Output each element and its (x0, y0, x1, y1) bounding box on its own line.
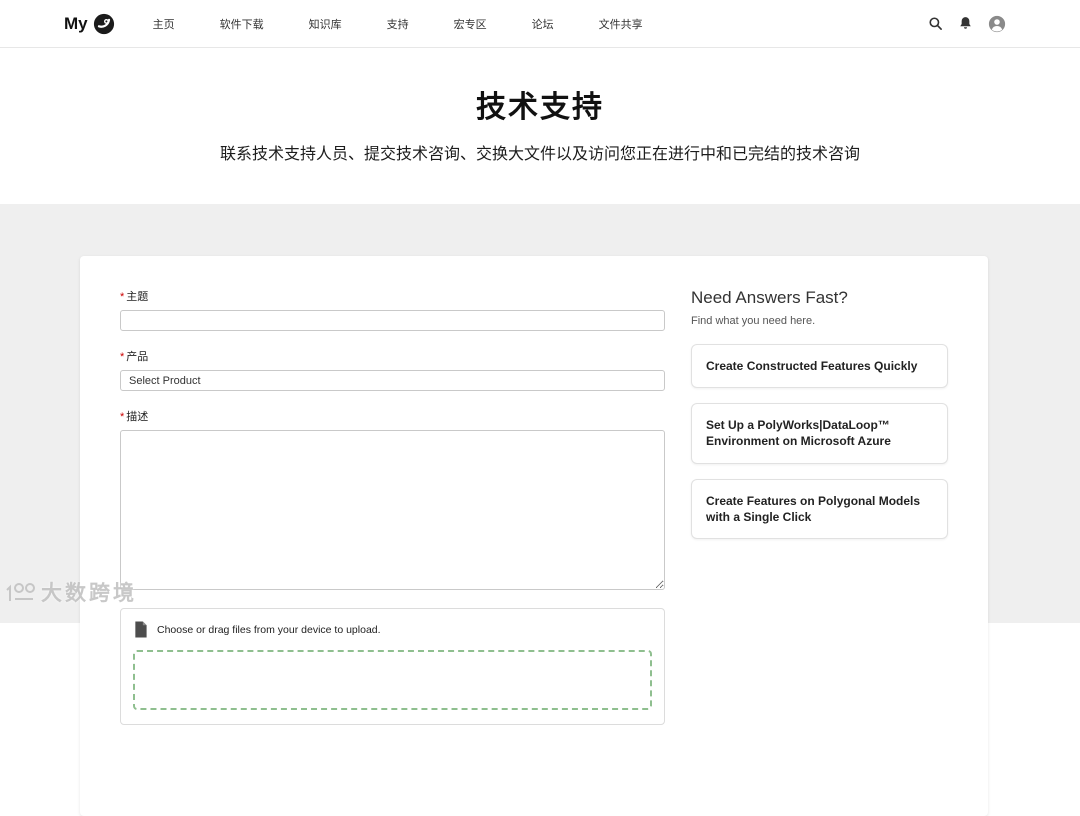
need-answers-subtitle: Find what you need here. (691, 315, 816, 327)
product-label: * 产品 (120, 348, 665, 364)
need-answers-panel: Need Answers Fast? Find what you need he… (691, 288, 948, 784)
nav-item-forum[interactable]: 论坛 (532, 10, 554, 38)
support-request-card: * 主题 * 产品 Select Product * 描述 Choose or … (80, 256, 988, 816)
answer-card-list: Create Constructed Features Quickly Set … (691, 344, 948, 539)
file-dropzone[interactable] (133, 650, 652, 710)
nav-item-support[interactable]: 支持 (387, 10, 409, 38)
subject-field-group: * 主题 (120, 288, 665, 331)
notifications-bell-icon[interactable] (958, 16, 973, 31)
nav-item-downloads[interactable]: 软件下载 (220, 10, 264, 38)
answer-card-label: Create Constructed Features Quickly (706, 359, 918, 373)
answer-card-dataloop-azure[interactable]: Set Up a PolyWorks|DataLoop™ Environment… (691, 403, 948, 464)
description-textarea[interactable] (120, 430, 665, 590)
document-icon (135, 621, 147, 638)
file-upload-prompt: Choose or drag files from your device to… (133, 621, 652, 638)
file-upload-area[interactable]: Choose or drag files from your device to… (120, 608, 665, 725)
description-label-text: 描述 (126, 411, 149, 423)
need-answers-title: Need Answers Fast? (691, 288, 848, 307)
page-subtitle: 联系技术支持人员、提交技术咨询、交换大文件以及访问您正在进行中和已完结的技术咨询 (219, 146, 860, 163)
nav-item-file-sharing[interactable]: 文件共享 (599, 10, 643, 38)
nav-item-macro-zone[interactable]: 宏专区 (454, 10, 487, 38)
answer-card-polygonal-models[interactable]: Create Features on Polygonal Models with… (691, 478, 948, 539)
support-request-form: * 主题 * 产品 Select Product * 描述 Choose or … (120, 288, 665, 784)
description-field-group: * 描述 (120, 408, 665, 590)
navbar-actions (928, 15, 1006, 33)
subject-label: * 主题 (120, 288, 665, 304)
search-icon[interactable] (928, 16, 943, 31)
product-field-group: * 产品 Select Product (120, 348, 665, 391)
subject-label-text: 主题 (126, 291, 149, 303)
required-marker: * (120, 291, 125, 303)
product-label-text: 产品 (126, 351, 149, 363)
answer-card-label: Create Features on Polygonal Models with… (706, 493, 921, 524)
hero-section: 技术支持 联系技术支持人员、提交技术咨询、交换大文件以及访问您正在进行中和已完结… (0, 48, 1080, 204)
top-navbar: My 主页 软件下载 知识库 支持 宏专区 论坛 文件共享 (0, 0, 1080, 48)
answer-card-label: Set Up a PolyWorks|DataLoop™ Environment… (706, 418, 891, 449)
product-select[interactable]: Select Product (120, 370, 665, 391)
nav-item-knowledge-base[interactable]: 知识库 (309, 10, 342, 38)
brand-logo-icon (93, 13, 115, 35)
brand-text: My (64, 13, 88, 33)
main-navigation: 主页 软件下载 知识库 支持 宏专区 论坛 文件共享 (153, 10, 688, 38)
page-title: 技术支持 (476, 91, 604, 124)
user-avatar-icon[interactable] (988, 15, 1006, 33)
required-marker: * (120, 411, 125, 423)
nav-item-home[interactable]: 主页 (153, 10, 175, 38)
subject-input[interactable] (120, 310, 665, 331)
brand-logo-link[interactable]: My (64, 13, 115, 35)
required-marker: * (120, 351, 125, 363)
product-select-value: Select Product (129, 374, 201, 387)
file-upload-text: Choose or drag files from your device to… (157, 623, 381, 636)
main-content-area: * 主题 * 产品 Select Product * 描述 Choose or … (0, 204, 1080, 816)
answer-card-constructed-features[interactable]: Create Constructed Features Quickly (691, 344, 948, 389)
description-label: * 描述 (120, 408, 665, 424)
